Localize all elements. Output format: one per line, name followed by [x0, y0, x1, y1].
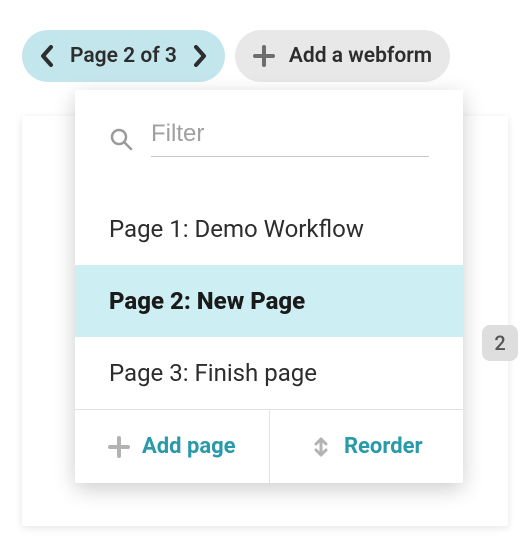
toolbar: Page 2 of 3 Add a webform	[22, 30, 450, 82]
chevron-left-icon[interactable]	[40, 45, 56, 67]
filter-row	[75, 90, 463, 173]
reorder-button[interactable]: Reorder	[270, 410, 464, 483]
add-page-button[interactable]: Add page	[75, 410, 270, 483]
search-icon	[109, 127, 133, 151]
list-item[interactable]: Page 2: New Page	[75, 265, 463, 337]
plus-icon	[108, 436, 130, 458]
page-list: Page 1: Demo Workflow Page 2: New Page P…	[75, 193, 463, 409]
filter-input[interactable]	[151, 120, 429, 157]
side-badge[interactable]: 2	[482, 325, 518, 361]
page-position-label: Page 2 of 3	[70, 44, 177, 68]
page-position-pill[interactable]: Page 2 of 3	[22, 30, 225, 82]
dropdown-footer: Add page Reorder	[75, 409, 463, 483]
list-item[interactable]: Page 3: Finish page	[75, 337, 463, 409]
page-list-dropdown: Page 1: Demo Workflow Page 2: New Page P…	[75, 90, 463, 483]
reorder-label: Reorder	[344, 434, 423, 459]
add-page-label: Add page	[142, 434, 236, 459]
reorder-icon	[310, 436, 332, 458]
add-webform-button[interactable]: Add a webform	[235, 30, 450, 82]
add-webform-label: Add a webform	[289, 44, 432, 68]
plus-icon	[253, 45, 275, 67]
chevron-right-icon[interactable]	[191, 45, 207, 67]
list-item[interactable]: Page 1: Demo Workflow	[75, 193, 463, 265]
